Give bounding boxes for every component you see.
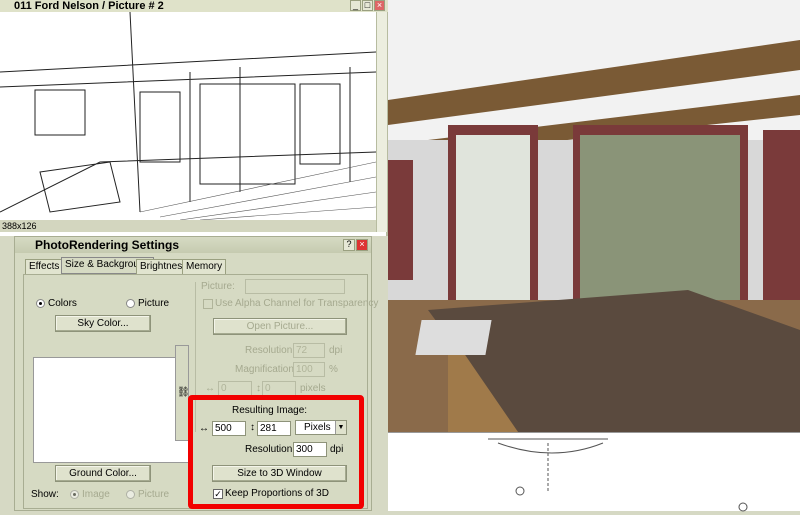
picture-window: 011 Ford Nelson / Picture # 2 _ □ × 388x… bbox=[0, 0, 388, 236]
colors-label: Colors bbox=[48, 298, 77, 309]
show-image-radio[interactable] bbox=[70, 490, 79, 499]
minimize-button[interactable]: _ bbox=[350, 0, 361, 11]
width-arrow-icon: ↔ bbox=[205, 383, 215, 394]
magnification-input[interactable]: 100 bbox=[293, 362, 325, 377]
picture-path-input[interactable] bbox=[245, 279, 345, 294]
picture-radio[interactable] bbox=[126, 299, 135, 308]
floor-plan-view[interactable] bbox=[388, 432, 800, 512]
picture-window-title: 011 Ford Nelson / Picture # 2 bbox=[0, 0, 388, 12]
magnification-unit: % bbox=[329, 364, 338, 375]
ground-color-button[interactable]: Ground Color... bbox=[55, 465, 151, 482]
picture-height-input[interactable]: 0 bbox=[262, 381, 296, 396]
sketch-render-image bbox=[0, 12, 376, 220]
tab-memory[interactable]: Memory bbox=[182, 259, 227, 274]
alpha-channel-checkbox[interactable] bbox=[203, 299, 213, 309]
picture-label: Picture bbox=[138, 298, 170, 309]
help-button[interactable]: ? bbox=[343, 239, 355, 251]
tab-effects[interactable]: Effects bbox=[25, 259, 64, 274]
dialog-close-button[interactable]: × bbox=[356, 239, 368, 251]
maximize-button[interactable]: □ bbox=[362, 0, 373, 11]
show-picture-label: Picture bbox=[138, 489, 170, 500]
highlight-box bbox=[188, 395, 364, 509]
picture-resolution-label: Resolution: bbox=[245, 345, 296, 356]
show-picture-radio[interactable] bbox=[126, 490, 135, 499]
picture-path-label: Picture: bbox=[201, 281, 235, 292]
3d-render-image bbox=[388, 0, 800, 432]
vertical-scrollbar[interactable] bbox=[376, 12, 387, 232]
picture-width-input[interactable]: 0 bbox=[218, 381, 252, 396]
dialog-title: PhotoRendering Settings bbox=[15, 237, 371, 253]
sky-color-button[interactable]: Sky Color... bbox=[55, 315, 151, 332]
colors-radio[interactable] bbox=[36, 299, 45, 308]
show-image-label: Image bbox=[82, 489, 110, 500]
alpha-channel-label: Use Alpha Channel for Transparency bbox=[215, 298, 379, 309]
magnification-label: Magnification: bbox=[235, 364, 297, 375]
open-picture-button[interactable]: Open Picture... bbox=[213, 318, 347, 335]
show-label: Show: bbox=[31, 489, 59, 500]
height-arrow-icon: ↕ bbox=[256, 383, 261, 394]
3d-window[interactable] bbox=[388, 0, 800, 432]
picture-resolution-unit: dpi bbox=[329, 345, 343, 356]
color-preview bbox=[33, 357, 189, 463]
picture-size-unit: pixels bbox=[300, 383, 326, 394]
size-label: 388x126 bbox=[0, 220, 376, 232]
close-button[interactable]: × bbox=[374, 0, 385, 11]
picture-resolution-input[interactable]: 72 bbox=[293, 343, 325, 358]
